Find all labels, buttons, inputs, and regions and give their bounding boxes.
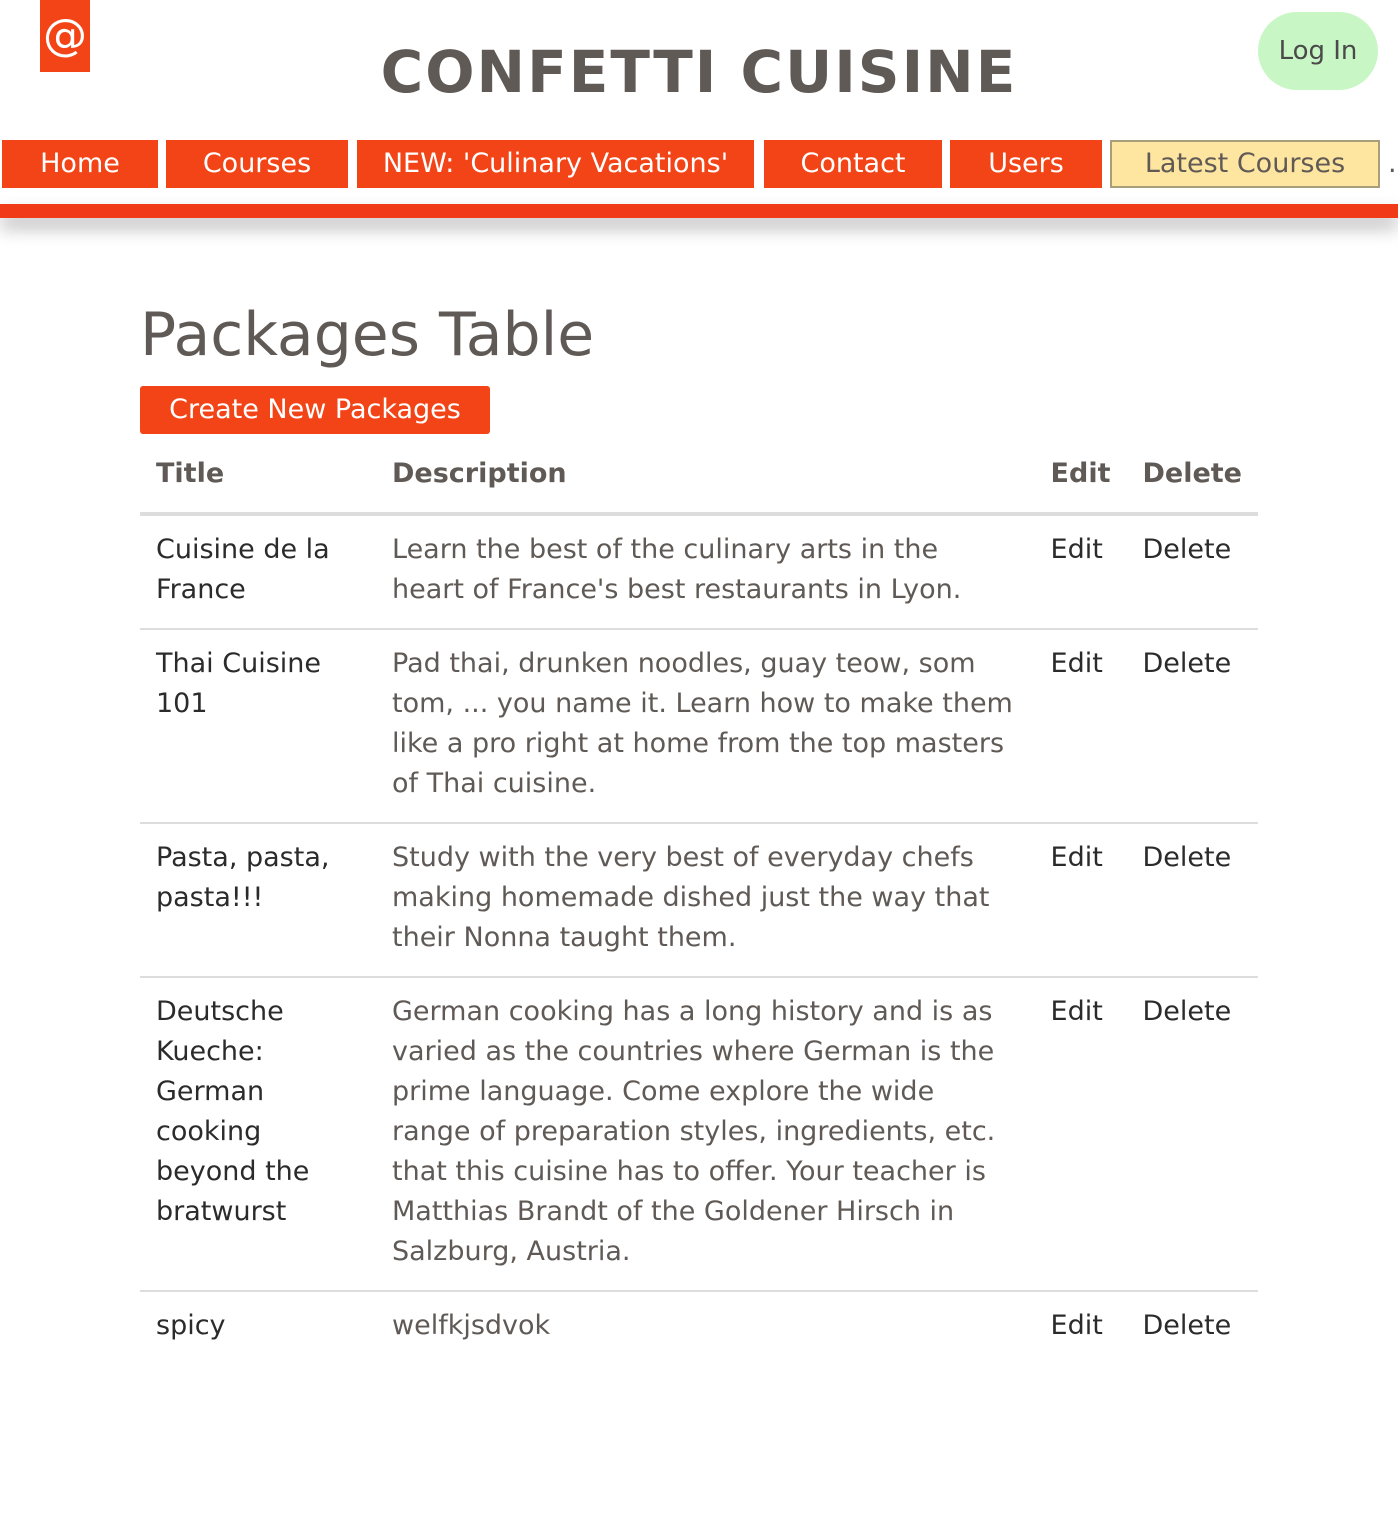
site-title: CONFETTI CUISINE bbox=[380, 38, 1018, 106]
nav-latest-courses[interactable]: Latest Courses bbox=[1110, 140, 1380, 188]
package-title: Thai Cuisine 101 bbox=[140, 628, 376, 823]
table-row: Cuisine de la France Learn the best of t… bbox=[140, 514, 1258, 629]
edit-link[interactable]: Edit bbox=[1034, 628, 1127, 823]
table-row: Pasta, pasta, pasta!!! Study with the ve… bbox=[140, 822, 1258, 977]
package-title: Pasta, pasta, pasta!!! bbox=[140, 822, 376, 977]
edit-link[interactable]: Edit bbox=[1034, 822, 1127, 977]
package-description: German cooking has a long history and is… bbox=[376, 976, 1035, 1291]
nav-courses[interactable]: Courses bbox=[166, 140, 348, 188]
header-divider-bar bbox=[0, 204, 1398, 218]
table-row: spicy welfkjsdvok Edit Delete bbox=[140, 1290, 1258, 1364]
nav-trailing-dot: . bbox=[1388, 148, 1397, 179]
edit-link[interactable]: Edit bbox=[1035, 514, 1127, 629]
packages-table: Title Description Edit Delete Cuisine de… bbox=[140, 450, 1258, 1364]
nav-contact[interactable]: Contact bbox=[764, 140, 942, 188]
header-title: Title bbox=[140, 450, 376, 516]
table-row: Deutsche Kueche: German cooking beyond t… bbox=[140, 976, 1258, 1291]
login-button[interactable]: Log In bbox=[1258, 12, 1378, 90]
package-title: spicy bbox=[140, 1290, 376, 1364]
nav-users[interactable]: Users bbox=[950, 140, 1102, 188]
header-description: Description bbox=[376, 450, 1035, 516]
page-title: Packages Table bbox=[140, 300, 595, 370]
package-title: Cuisine de la France bbox=[156, 534, 330, 605]
package-description: Learn the best of the culinary arts in t… bbox=[392, 534, 962, 605]
header-edit: Edit bbox=[1034, 450, 1127, 516]
package-description: Pad thai, drunken noodles, guay teow, so… bbox=[376, 628, 1035, 823]
package-description: Study with the very best of everyday che… bbox=[376, 822, 1035, 977]
edit-link[interactable]: Edit bbox=[1034, 1290, 1127, 1364]
nav-culinary-vacations[interactable]: NEW: 'Culinary Vacations' bbox=[357, 140, 754, 188]
table-header-row: Title Description Edit Delete bbox=[140, 450, 1258, 516]
header-delete: Delete bbox=[1126, 450, 1258, 516]
main-nav: Home Courses NEW: 'Culinary Vacations' C… bbox=[0, 140, 1398, 190]
package-description: welfkjsdvok bbox=[376, 1290, 1035, 1364]
delete-link[interactable]: Delete bbox=[1126, 1290, 1258, 1364]
delete-link[interactable]: Delete bbox=[1126, 628, 1258, 823]
delete-link[interactable]: Delete bbox=[1126, 514, 1258, 629]
delete-link[interactable]: Delete bbox=[1126, 822, 1258, 977]
package-title: Deutsche Kueche: German cooking beyond t… bbox=[140, 976, 376, 1291]
delete-link[interactable]: Delete bbox=[1126, 976, 1258, 1291]
edit-link[interactable]: Edit bbox=[1034, 976, 1127, 1291]
table-row: Thai Cuisine 101 Pad thai, drunken noodl… bbox=[140, 628, 1258, 823]
nav-home[interactable]: Home bbox=[2, 140, 158, 188]
create-package-button[interactable]: Create New Packages bbox=[140, 386, 490, 434]
